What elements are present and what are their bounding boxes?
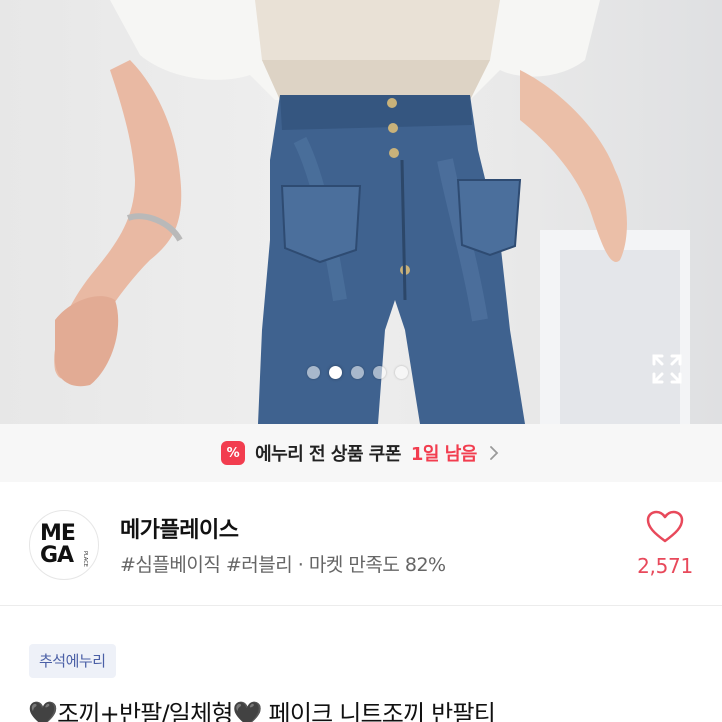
meta-separator: · [297,554,304,576]
product-image[interactable] [0,0,722,424]
event-tag: 추석에누리 [29,644,116,678]
logo-text-line1: ME [40,521,76,546]
shop-name[interactable]: 메가플레이스 [120,512,239,544]
shop-meta: #심플베이직 #러블리 · 마켓 만족도 82% [120,550,446,577]
percent-coupon-icon: % [221,441,246,465]
coupon-text: 에누리 전 상품 쿠폰 [255,444,401,465]
gallery-pagination [307,366,408,379]
coupon-remaining: 1일 남음 [410,444,477,465]
logo-text-line2: GA [40,543,74,568]
shop-satisfaction: 마켓 만족도 82% [308,554,446,576]
coupon-banner[interactable]: % 에누리 전 상품 쿠폰 1일 남음 [0,424,722,482]
logo-small-text: PLACE [82,551,88,567]
heart-icon [646,510,684,543]
shop-logo[interactable]: ME GA PLACE [29,510,99,580]
gallery-dot[interactable] [395,366,408,379]
expand-icon[interactable] [650,352,684,386]
shop-info: ME GA PLACE 메가플레이스 #심플베이직 #러블리 · 마켓 만족도 … [0,482,722,606]
like-count: 2,571 [637,554,693,578]
product-title: 🖤조끼+반팔/일체형🖤 페이크 니트조끼 반팔티 [28,700,496,722]
gallery-dot[interactable] [373,366,386,379]
chevron-right-icon [489,446,499,460]
gallery-dot[interactable] [307,366,320,379]
product-photo [54,0,690,424]
like-button[interactable]: 2,571 [630,510,700,590]
gallery-dot-active[interactable] [329,366,342,379]
gallery-dot[interactable] [351,366,364,379]
shop-hashtags: #심플베이직 #러블리 [120,554,293,576]
